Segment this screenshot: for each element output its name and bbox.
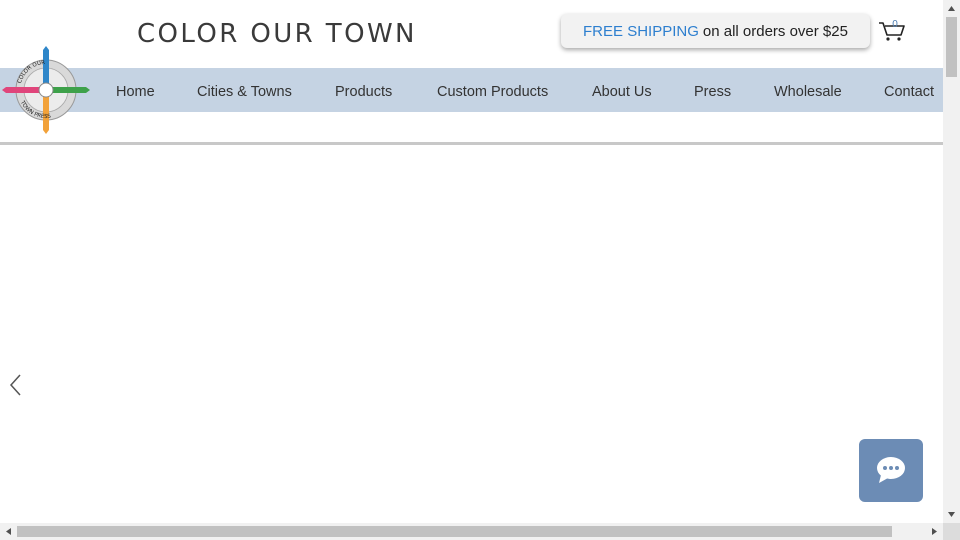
cart-count[interactable]: 0 bbox=[890, 19, 900, 30]
scroll-left-arrow-icon[interactable] bbox=[0, 523, 17, 540]
nav-item-cities-towns[interactable]: Cities & Towns bbox=[197, 68, 292, 112]
nav-item-contact[interactable]: Contact bbox=[884, 68, 934, 112]
scroll-down-arrow-icon[interactable] bbox=[943, 506, 960, 523]
scroll-right-arrow-icon[interactable] bbox=[926, 523, 943, 540]
chevron-left-icon[interactable] bbox=[9, 373, 23, 397]
compass-logo[interactable]: COLOR OUR TOWN PRESS bbox=[2, 46, 90, 134]
main-nav: Home Cities & Towns Products Custom Prod… bbox=[0, 68, 943, 112]
nav-item-products[interactable]: Products bbox=[335, 68, 392, 112]
scrollbar-corner bbox=[943, 523, 960, 540]
horizontal-scrollbar-thumb[interactable] bbox=[17, 526, 892, 537]
vertical-scrollbar-thumb[interactable] bbox=[946, 17, 957, 77]
chat-button[interactable] bbox=[859, 439, 923, 502]
promo-highlight: FREE SHIPPING bbox=[583, 22, 699, 40]
nav-item-about-us[interactable]: About Us bbox=[592, 68, 652, 112]
scroll-up-arrow-icon[interactable] bbox=[943, 0, 960, 17]
nav-item-home[interactable]: Home bbox=[116, 68, 155, 112]
header-divider bbox=[0, 142, 943, 145]
nav-item-press[interactable]: Press bbox=[694, 68, 731, 112]
promo-text: on all orders over $25 bbox=[702, 22, 848, 40]
free-shipping-banner: FREE SHIPPING on all orders over $25 bbox=[561, 14, 870, 48]
nav-item-custom-products[interactable]: Custom Products bbox=[437, 68, 548, 112]
nav-item-wholesale[interactable]: Wholesale bbox=[774, 68, 842, 112]
site-title[interactable]: COLOR OUR TOWN bbox=[137, 19, 417, 49]
chat-bubble-icon bbox=[877, 457, 905, 483]
vertical-scrollbar[interactable] bbox=[943, 0, 960, 523]
